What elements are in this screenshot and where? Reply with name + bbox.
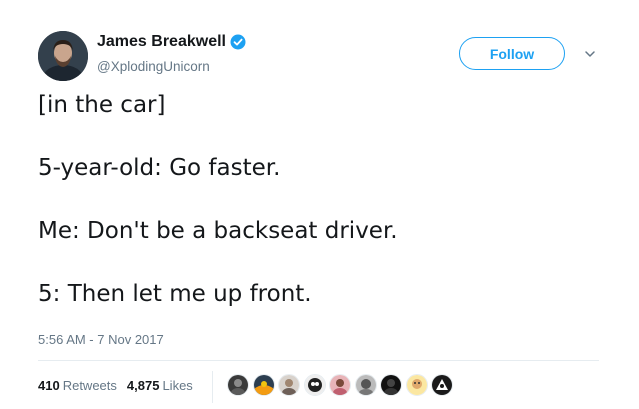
retweets-stat[interactable]: 410 Retweets <box>38 378 117 393</box>
liker-avatar-icon[interactable] <box>329 374 351 396</box>
author-name[interactable]: James Breakwell <box>97 33 246 51</box>
tweet-stats: 410 Retweets 4,875 Likes <box>38 361 203 409</box>
liker-avatar-icon[interactable] <box>303 374 326 396</box>
author-avatar[interactable] <box>38 31 88 81</box>
tweet-timestamp[interactable]: 5:56 AM - 7 Nov 2017 <box>38 332 164 347</box>
tweet-line: Me: Don't be a backseat driver. <box>38 218 398 244</box>
follow-button[interactable]: Follow <box>459 37 565 70</box>
likes-label: Likes <box>162 377 193 393</box>
likes-count: 4,875 <box>126 377 160 393</box>
likes-stat[interactable]: 4,875 Likes <box>127 378 193 393</box>
liker-avatar-icon[interactable] <box>227 374 249 396</box>
liker-avatar-icon[interactable] <box>354 374 377 396</box>
tweet-line: 5: Then let me up front. <box>38 281 312 307</box>
retweets-count: 410 <box>38 377 60 393</box>
stats-separator <box>212 371 213 403</box>
tweet-line: 5-year-old: Go faster. <box>38 155 281 181</box>
liker-avatar-icon[interactable] <box>431 374 453 396</box>
likers-list <box>227 374 457 396</box>
retweets-label: Retweets <box>62 377 117 393</box>
author-name-text[interactable]: James Breakwell <box>97 33 226 51</box>
liker-avatar-icon[interactable] <box>278 374 300 396</box>
author-photo <box>38 31 88 81</box>
chevron-down-icon[interactable] <box>582 46 598 62</box>
tweet-line: [in the car] <box>38 92 166 118</box>
verified-badge-icon <box>230 34 246 50</box>
liker-avatar-icon[interactable] <box>252 374 275 396</box>
liker-avatar-icon[interactable] <box>405 374 428 396</box>
author-handle[interactable]: @XplodingUnicorn <box>97 59 210 74</box>
liker-avatar-icon[interactable] <box>380 374 402 396</box>
tweet-text: [in the car] 5-year-old: Go faster. Me: … <box>38 90 598 342</box>
